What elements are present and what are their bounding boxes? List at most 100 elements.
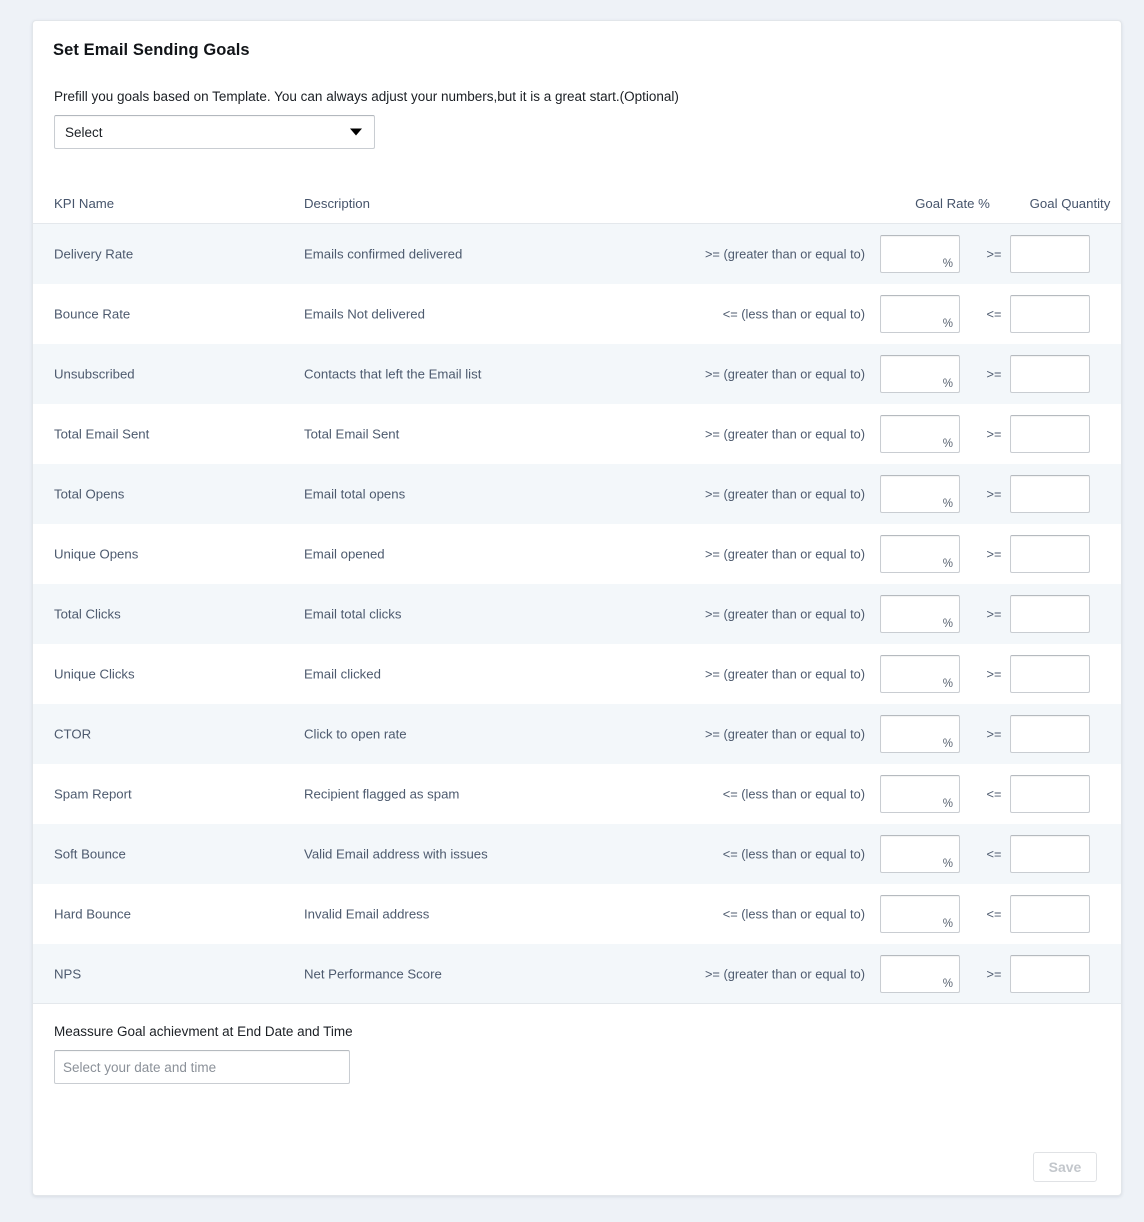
cell-description: Email total clicks [304,606,402,622]
cell-kpi-name: Spam Report [54,786,132,802]
goal-rate-input[interactable]: % [880,535,960,573]
quantity-operator-label: <= [986,906,1002,922]
rate-operator-label: <= (less than or equal to) [722,906,865,922]
percent-suffix: % [942,798,953,810]
goal-rate-input[interactable]: % [880,415,960,453]
percent-suffix: % [942,498,953,510]
goal-rate-input[interactable]: % [880,954,960,993]
table-row: Hard Bounce Invalid Email address <= (less… [33,884,1121,944]
goal-rate-input[interactable]: % [880,595,960,633]
template-select-wrapper: Select [54,115,375,149]
chevron-down-icon [350,128,362,136]
column-header-description: Description [304,196,370,211]
goal-quantity-input[interactable] [1010,895,1090,933]
cell-kpi-name: NPS [54,966,82,981]
table-row: NPS Net Performance Score >= (greater than… [33,944,1121,1004]
table-header-row: KPI Name Description Goal Rate % Goal Qu… [33,185,1121,224]
prefill-helper-text: Prefill you goals based on Template. You… [54,89,679,104]
quantity-operator-label: >= [986,366,1002,382]
goal-quantity-input[interactable] [1010,655,1090,693]
cell-kpi-name: Unique Opens [54,546,139,562]
goal-rate-input[interactable]: % [880,835,960,873]
cell-kpi-name: Unsubscribed [54,366,135,382]
quantity-operator-label: >= [986,486,1002,502]
cell-kpi-name: Total Opens [54,486,125,502]
cell-description: Contacts that left the Email list [304,366,482,382]
table-row: Delivery Rate Emails confirmed delivered >… [33,224,1121,284]
goal-rate-input[interactable]: % [880,235,960,273]
quantity-operator-label: <= [986,786,1002,802]
goal-rate-input[interactable]: % [880,295,960,333]
goal-rate-input[interactable]: % [880,475,960,513]
table-row: Unsubscribed Contacts that left the Email… [33,344,1121,404]
cell-kpi-name: Delivery Rate [54,246,134,262]
rate-operator-label: >= (greater than or equal to) [704,246,865,262]
cell-kpi-name: Bounce Rate [54,306,131,322]
end-date-time-input[interactable]: Select your date and time [54,1050,350,1084]
goal-quantity-input[interactable] [1010,595,1090,633]
goal-quantity-input[interactable] [1010,775,1090,813]
percent-suffix: % [942,858,953,870]
goal-quantity-input[interactable] [1010,415,1090,453]
rate-operator-label: >= (greater than or equal to) [704,546,865,562]
quantity-operator-label: <= [986,846,1002,862]
template-select[interactable]: Select [54,115,375,149]
rate-operator-label: >= (greater than or equal to) [704,366,865,382]
goal-quantity-input[interactable] [1010,355,1090,393]
cell-kpi-name: Unique Clicks [54,666,135,682]
goal-quantity-input[interactable] [1010,295,1090,333]
cell-description: Emails confirmed delivered [304,246,463,262]
template-select-value: Select [65,124,103,140]
goal-rate-input[interactable]: % [880,655,960,693]
cell-description: Email total opens [304,486,406,502]
rate-operator-label: >= (greater than or equal to) [704,486,865,502]
table-row: Total Email Sent Total Email Sent >= (grea… [33,404,1121,464]
save-button[interactable]: Save [1033,1152,1097,1182]
percent-suffix: % [942,678,953,690]
page-title: Set Email Sending Goals [53,41,250,59]
goal-rate-input[interactable]: % [880,895,960,933]
goal-rate-input[interactable]: % [880,775,960,813]
cell-description: Total Email Sent [304,426,400,442]
rate-operator-label: <= (less than or equal to) [722,846,865,862]
measure-goal-label: Meassure Goal achievment at End Date and… [54,1024,353,1039]
goal-quantity-input[interactable] [1010,235,1090,273]
cell-description: Valid Email address with issues [304,846,488,862]
table-row: Total Opens Email total opens >= (greater … [33,464,1121,524]
quantity-operator-label: >= [986,966,1002,981]
kpi-goals-table: KPI Name Description Goal Rate % Goal Qu… [33,185,1121,1004]
goal-quantity-input[interactable] [1010,715,1090,753]
cell-kpi-name: Total Clicks [54,606,121,622]
cell-description: Net Performance Score [304,966,442,981]
rate-operator-label: >= (greater than or equal to) [704,966,865,981]
goal-quantity-input[interactable] [1010,954,1090,993]
column-header-goal-quantity: Goal Quantity [1029,196,1111,211]
rate-operator-label: >= (greater than or equal to) [704,666,865,682]
quantity-operator-label: >= [986,726,1002,742]
quantity-operator-label: >= [986,606,1002,622]
table-row: Total Clicks Email total clicks >= (greate… [33,584,1121,644]
cell-kpi-name: Hard Bounce [54,906,131,922]
page-root: Set Email Sending Goals Prefill you goal… [0,0,1144,1222]
goal-quantity-input[interactable] [1010,835,1090,873]
column-header-kpi-name: KPI Name [54,196,115,211]
column-header-goal-rate: Goal Rate % [915,196,990,211]
end-date-time-placeholder: Select your date and time [63,1059,217,1075]
goal-rate-input[interactable]: % [880,715,960,753]
percent-suffix: % [942,977,953,990]
goal-rate-input[interactable]: % [880,355,960,393]
goal-quantity-input[interactable] [1010,535,1090,573]
cell-description: Email clicked [304,666,381,682]
quantity-operator-label: >= [986,246,1002,262]
rate-operator-label: >= (greater than or equal to) [704,426,865,442]
cell-kpi-name: Soft Bounce [54,846,126,862]
goal-quantity-input[interactable] [1010,475,1090,513]
table-row: Spam Report Recipient flagged as spam <= (… [33,764,1121,824]
percent-suffix: % [942,438,953,450]
email-goals-card: Set Email Sending Goals Prefill you goal… [32,20,1122,1196]
cell-description: Emails Not delivered [304,306,425,322]
table-row: Unique Clicks Email clicked >= (greater th… [33,644,1121,704]
table-body: Delivery Rate Emails confirmed delivered >… [33,224,1121,1004]
quantity-operator-label: >= [986,546,1002,562]
percent-suffix: % [942,918,953,930]
